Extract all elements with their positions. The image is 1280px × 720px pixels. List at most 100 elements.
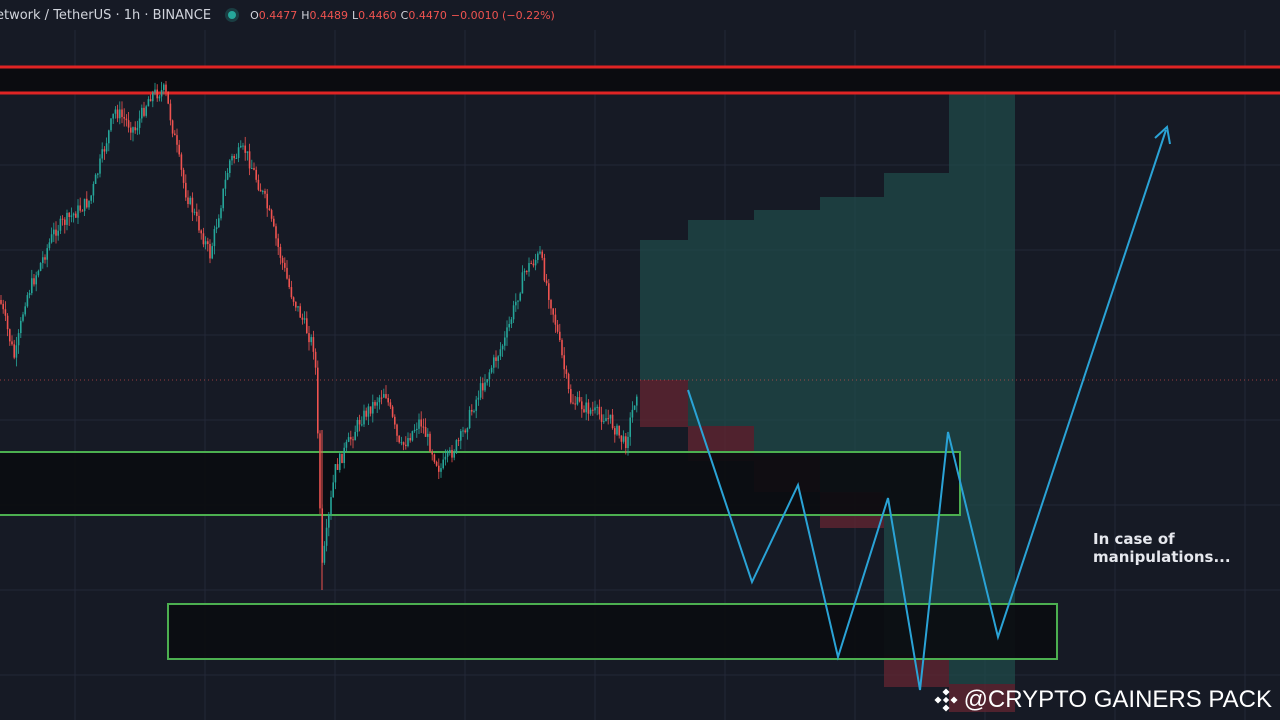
candle-body (24, 306, 26, 315)
candle-body (537, 253, 539, 261)
candle-body (585, 402, 587, 413)
candle-body (460, 431, 462, 441)
candle-body (42, 257, 44, 263)
candle-body (501, 345, 504, 350)
candle-body (519, 293, 521, 301)
candle-body (532, 263, 535, 266)
candle-body (631, 409, 634, 418)
candle-body (295, 301, 297, 308)
candle-body (141, 107, 143, 119)
candle-body (90, 195, 92, 201)
candle-body (125, 118, 128, 121)
candle-body (497, 356, 499, 361)
candle-body (143, 107, 145, 116)
candle-body (275, 226, 277, 239)
candle-body (15, 345, 18, 358)
candle-body (2, 303, 4, 310)
candle-body (462, 430, 464, 432)
candle-body (581, 401, 583, 410)
candle-body (196, 211, 198, 216)
candle-body (374, 402, 376, 406)
candle-body (222, 188, 224, 209)
candle-body (400, 442, 403, 444)
candle-body (114, 109, 117, 114)
price-chart[interactable] (0, 0, 1280, 720)
candle-body (160, 89, 163, 97)
candle-body (240, 145, 242, 148)
candle-body (312, 337, 315, 352)
candle-body (339, 453, 341, 470)
candle-body (477, 397, 480, 400)
candle-body (308, 333, 310, 343)
candle-body (455, 440, 458, 453)
candle-body (387, 398, 389, 403)
candle-body (77, 205, 79, 218)
candle-body (176, 135, 178, 145)
candle-body (37, 270, 40, 276)
candle-body (229, 160, 231, 173)
candle-body (70, 215, 73, 218)
candle-body (303, 318, 306, 320)
candle-body (257, 179, 260, 190)
candle-body (354, 431, 356, 441)
candle-body (297, 306, 299, 308)
candle-body (306, 318, 308, 334)
candle-body (471, 409, 473, 412)
candle-body (167, 91, 169, 104)
candle-body (341, 453, 343, 463)
candle-body (83, 198, 86, 212)
candle-body (299, 306, 301, 318)
candle-body (101, 149, 103, 159)
candle-body (616, 425, 618, 435)
candle-body (31, 278, 33, 294)
candle-body (220, 208, 222, 219)
candle-body (255, 169, 257, 180)
candle-body (11, 341, 13, 345)
ohlc-change-value: −0.0010 (−0.22%) (450, 8, 555, 22)
candle-body (539, 251, 541, 254)
candle-body (88, 200, 90, 208)
symbol-title[interactable]: etwork / TetherUS · 1h · BINANCE (0, 8, 211, 23)
candle-body (367, 406, 370, 417)
annotation-line-1: In case of (1093, 530, 1175, 548)
candle-body (156, 89, 158, 99)
candle-body (46, 248, 48, 260)
candle-body (259, 189, 262, 192)
candle-body (567, 373, 570, 390)
candle-body (330, 497, 332, 515)
candle-body (466, 428, 469, 433)
candle-body (627, 436, 629, 449)
support-zone-upper (0, 451, 961, 516)
candle-body (479, 383, 482, 398)
candle-body (147, 99, 150, 107)
candle-body (420, 419, 422, 427)
candle-body (92, 183, 95, 196)
candle-body (356, 420, 359, 432)
candle-body (556, 324, 559, 332)
candle-body (508, 323, 510, 328)
candle-body (152, 92, 154, 102)
candle-body (112, 113, 114, 119)
watermark: @CRYPTO GAINERS PACK (934, 686, 1272, 714)
candle-body (44, 257, 46, 260)
candle-body (242, 145, 244, 147)
candle-body (262, 190, 264, 192)
candle-body (268, 208, 271, 211)
candle-body (97, 173, 99, 175)
candle-body (334, 464, 337, 483)
candle-body (396, 424, 398, 436)
candle-body (99, 158, 101, 174)
annotation-line-2: manipulations... (1093, 548, 1231, 566)
candle-body (433, 454, 436, 462)
candle-body (273, 218, 275, 227)
candle-body (611, 414, 614, 429)
candle-body (486, 379, 488, 383)
candle-body (248, 151, 251, 169)
ohlc-open-value: 0.4477 (258, 8, 298, 22)
candle-body (554, 314, 557, 325)
candle-body (633, 405, 636, 410)
candle-body (215, 227, 218, 230)
candle-body (237, 147, 240, 158)
projection-target-box (754, 210, 820, 456)
candle-body (449, 449, 451, 452)
